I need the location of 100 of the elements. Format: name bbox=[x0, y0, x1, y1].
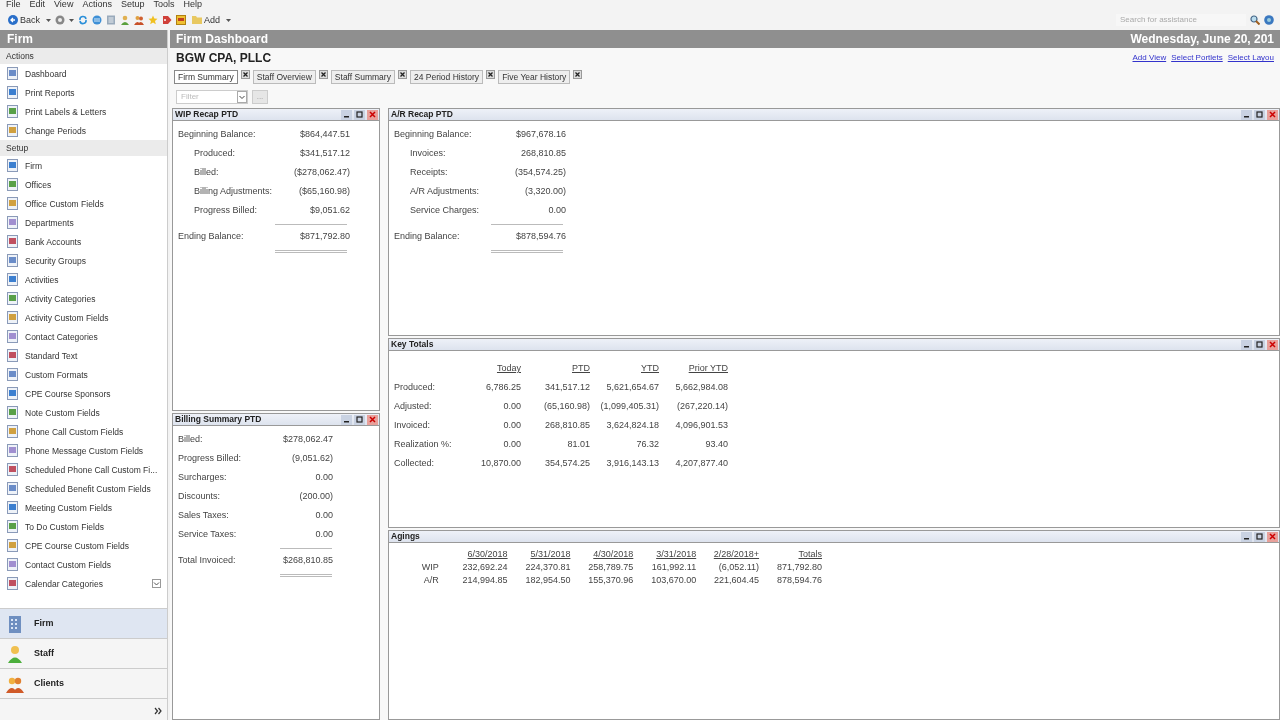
caret-icon[interactable] bbox=[46, 18, 51, 22]
menu-item[interactable]: Help bbox=[183, 0, 202, 10]
column-header: Prior YTD bbox=[688, 363, 728, 374]
menu-item[interactable]: Setup bbox=[120, 0, 145, 10]
field-label: Progress Billed: bbox=[178, 453, 243, 464]
document-icon bbox=[6, 501, 19, 515]
maximize-button[interactable] bbox=[1254, 109, 1265, 120]
sidebar-item[interactable]: CPE Course Custom Fields bbox=[0, 536, 167, 556]
document-icon bbox=[6, 254, 19, 268]
header-link[interactable]: Add View bbox=[1132, 53, 1167, 63]
sidebar-item[interactable]: Departments bbox=[0, 213, 167, 233]
back-button[interactable]: Back bbox=[6, 14, 42, 26]
nav-button[interactable]: Firm bbox=[0, 608, 167, 638]
sidebar-item[interactable]: Print Labels & Letters bbox=[0, 102, 167, 122]
close-button[interactable] bbox=[240, 70, 250, 79]
menu-item[interactable]: View bbox=[54, 0, 74, 10]
close-icon bbox=[575, 72, 581, 77]
header-link[interactable]: Select Portlets bbox=[1171, 53, 1223, 63]
sidebar-item[interactable]: Activities bbox=[0, 270, 167, 290]
field-value: ($65,160.98) bbox=[297, 186, 350, 197]
sidebar-item[interactable]: Dashboard bbox=[0, 64, 167, 84]
table-cell: 4,096,901.53 bbox=[659, 416, 728, 435]
field-value: $268,810.85 bbox=[281, 555, 333, 566]
sidebar-item[interactable]: Activity Categories bbox=[0, 289, 167, 309]
document-icon bbox=[6, 387, 19, 401]
sidebar-item[interactable]: Scheduled Phone Call Custom Fi... bbox=[0, 460, 167, 480]
sidebar-item[interactable]: Firm bbox=[0, 156, 167, 176]
field-value: $341,517.12 bbox=[298, 148, 350, 159]
person-icon[interactable] bbox=[120, 15, 130, 25]
sidebar-item[interactable]: Contact Custom Fields bbox=[0, 555, 167, 575]
sidebar-item[interactable]: Activity Custom Fields bbox=[0, 308, 167, 328]
menu-item[interactable]: Tools bbox=[153, 0, 175, 10]
field-value: (3,320.00) bbox=[523, 186, 566, 197]
minimize-button[interactable] bbox=[341, 109, 352, 120]
caret-icon[interactable] bbox=[69, 18, 74, 22]
table-cell: 341,517.12 bbox=[521, 378, 590, 397]
caret-icon[interactable] bbox=[226, 18, 232, 22]
table-cell: (65,160.98) bbox=[521, 397, 590, 416]
tab[interactable]: Staff Summary bbox=[330, 70, 395, 84]
sidebar-item[interactable]: CPE Course Sponsors bbox=[0, 384, 167, 404]
sidebar-item[interactable]: Calendar Categories bbox=[0, 574, 167, 594]
people-icon[interactable] bbox=[134, 15, 144, 25]
table-cell: 3,916,143.13 bbox=[590, 454, 659, 473]
column-header: 2/28/2018+ bbox=[713, 549, 760, 560]
refresh-icon[interactable] bbox=[78, 15, 88, 25]
menu-item[interactable]: File bbox=[6, 0, 21, 10]
close-button[interactable] bbox=[486, 70, 496, 79]
minimize-button[interactable] bbox=[1241, 339, 1252, 350]
sidebar-item[interactable]: Custom Formats bbox=[0, 365, 167, 385]
document-icon bbox=[6, 406, 19, 420]
minimize-button[interactable] bbox=[1241, 531, 1252, 542]
sidebar-item[interactable]: Change Periods bbox=[0, 121, 167, 141]
row-label: WIP bbox=[420, 561, 440, 574]
add-button[interactable]: Add bbox=[190, 14, 223, 26]
menu-item[interactable]: Edit bbox=[29, 0, 46, 10]
close-button[interactable] bbox=[573, 70, 583, 79]
note-icon[interactable] bbox=[176, 15, 186, 25]
field-label: A/R Adjustments: bbox=[409, 186, 481, 197]
maximize-button[interactable] bbox=[354, 109, 365, 120]
close-button[interactable] bbox=[397, 70, 407, 79]
star-icon[interactable] bbox=[148, 15, 158, 25]
maximize-button[interactable] bbox=[354, 414, 365, 425]
chevron-icon[interactable] bbox=[154, 707, 162, 717]
scroll-down-icon[interactable] bbox=[152, 579, 161, 589]
tab[interactable]: Staff Overview bbox=[252, 70, 316, 84]
tab[interactable]: Firm Summary bbox=[174, 70, 238, 84]
sidebar-item[interactable]: Bank Accounts bbox=[0, 232, 167, 252]
close-button[interactable] bbox=[318, 70, 328, 79]
tab[interactable]: Five Year History bbox=[498, 70, 571, 84]
field-label: Service Taxes: bbox=[178, 529, 238, 540]
maximize-button[interactable] bbox=[1254, 531, 1265, 542]
header-link[interactable]: Select Layou bbox=[1227, 53, 1274, 63]
minimize-button[interactable] bbox=[341, 414, 352, 425]
minimize-button[interactable] bbox=[1241, 109, 1252, 120]
maximize-icon bbox=[1256, 341, 1263, 348]
sidebar-item[interactable]: Offices bbox=[0, 175, 167, 195]
sidebar-item[interactable]: Contact Categories bbox=[0, 327, 167, 347]
menu-item[interactable]: Actions bbox=[82, 0, 112, 10]
sidebar-item[interactable]: Scheduled Benefit Custom Fields bbox=[0, 479, 167, 499]
field-value: 0.00 bbox=[314, 472, 333, 483]
sidebar-item[interactable]: To Do Custom Fields bbox=[0, 517, 167, 537]
sidebar-item[interactable]: Note Custom Fields bbox=[0, 403, 167, 423]
sidebar-item[interactable]: Phone Call Custom Fields bbox=[0, 422, 167, 442]
sidebar-item[interactable]: Meeting Custom Fields bbox=[0, 498, 167, 518]
tab[interactable]: 24 Period History bbox=[409, 70, 484, 84]
nav-button[interactable]: Staff bbox=[0, 638, 167, 668]
maximize-button[interactable] bbox=[1254, 339, 1265, 350]
sidebar-item[interactable]: Office Custom Fields bbox=[0, 194, 167, 214]
document-icon bbox=[6, 292, 19, 306]
nav-button[interactable]: Clients bbox=[0, 668, 167, 698]
search-field[interactable]: Search for assistance bbox=[1116, 14, 1246, 26]
table-cell-text: 0.00 bbox=[502, 400, 521, 414]
search-icon[interactable] bbox=[1250, 15, 1260, 25]
tag-icon[interactable] bbox=[162, 15, 172, 25]
sidebar-item[interactable]: Standard Text bbox=[0, 346, 167, 366]
sidebar-item[interactable]: Phone Message Custom Fields bbox=[0, 441, 167, 461]
table-cell: 103,670.00 bbox=[633, 574, 697, 587]
row-label: A/R bbox=[422, 574, 440, 587]
sidebar-item[interactable]: Print Reports bbox=[0, 83, 167, 103]
sidebar-item[interactable]: Security Groups bbox=[0, 251, 167, 271]
